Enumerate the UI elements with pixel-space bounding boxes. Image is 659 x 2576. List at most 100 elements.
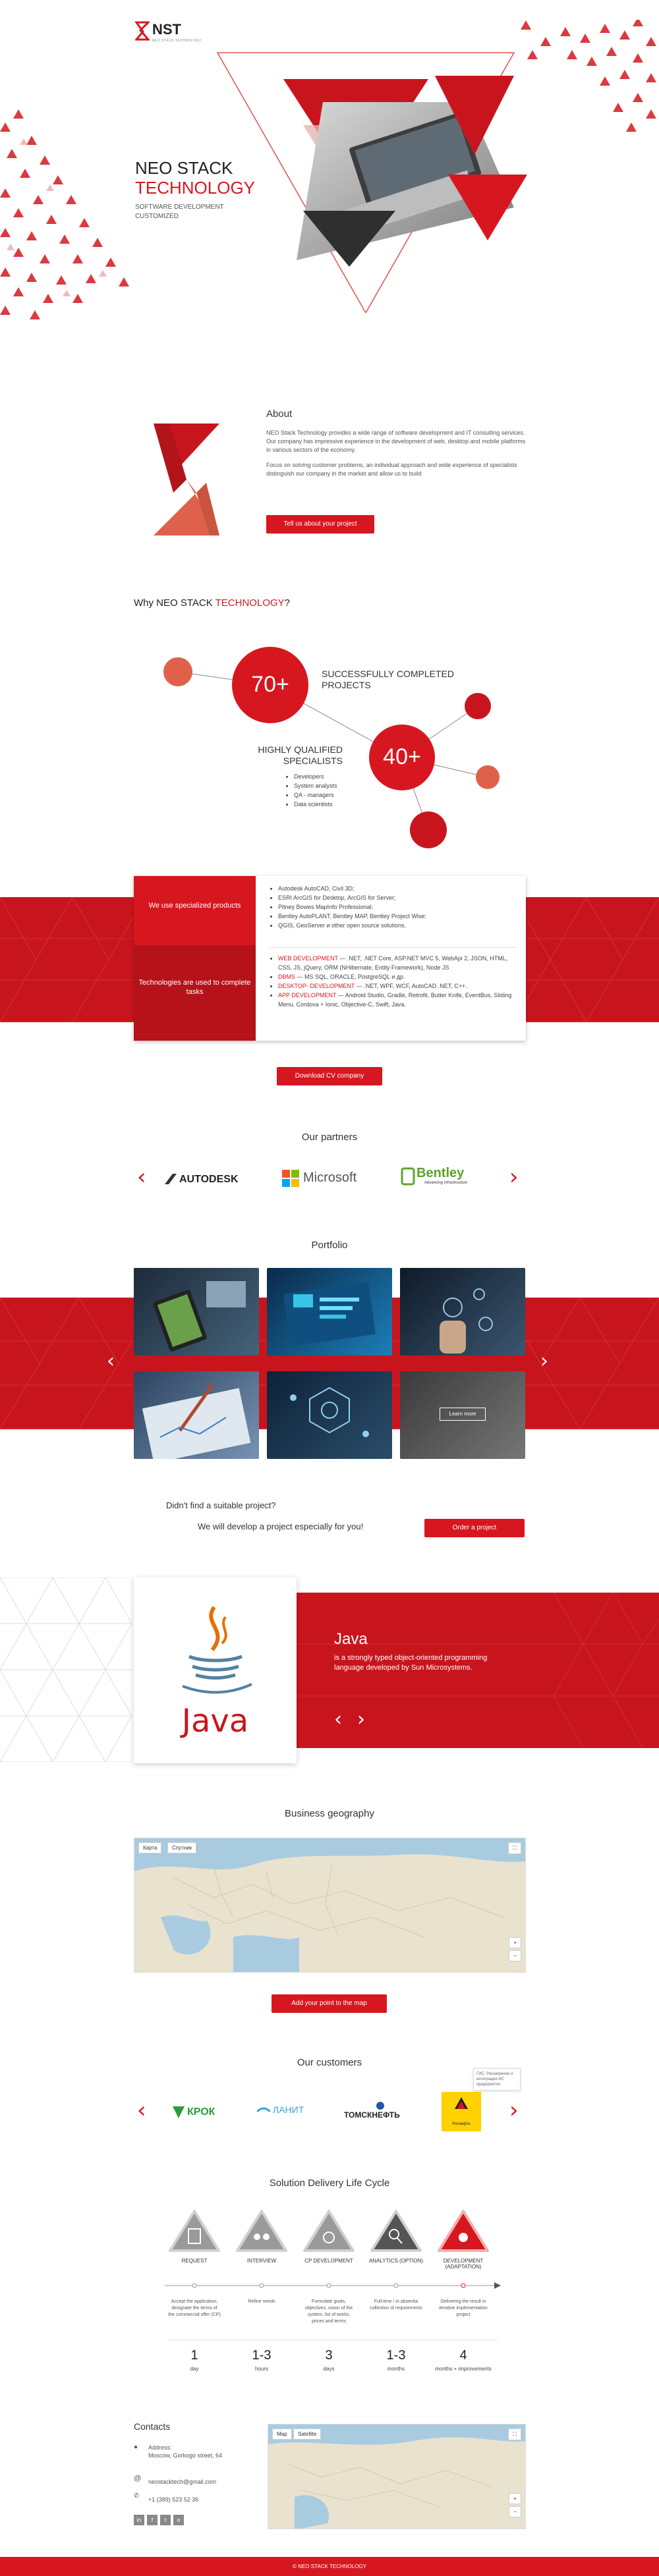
partner-logo-microsoft[interactable]: Microsoft [282, 1168, 378, 1188]
address-label: Address: [148, 2444, 172, 2451]
network-hexagon-icon [290, 1386, 369, 1437]
contacts-map-zoom-in-icon[interactable]: + [509, 2493, 521, 2504]
node-small-left [163, 657, 192, 686]
social-links: in f t o [134, 2515, 200, 2527]
contacts-map-fullscreen-icon[interactable]: ⛶ [508, 2428, 521, 2440]
portfolio-tile-5[interactable] [267, 1371, 392, 1459]
other-social-icon[interactable]: o [173, 2515, 184, 2525]
step-desc-cp: Formulate goals, objectives, vision of t… [304, 2299, 353, 2324]
list-item: QGIS, GeoServer и other open source solu… [278, 921, 516, 930]
about-paragraph-2: Focus on solving customer problems, an i… [266, 462, 517, 477]
about-heading: About [266, 408, 293, 420]
list-item: DESKTOP- DEVELOPMENT — .NET, WPF, WCF, A… [278, 981, 516, 991]
contacts-map-tab-map[interactable]: Map [272, 2428, 292, 2440]
add-point-button[interactable]: Add your point to the map [272, 1994, 387, 2013]
customers-prev-arrow[interactable]: ‹ [137, 2099, 146, 2122]
map-tab-map[interactable]: Карта [138, 1842, 162, 1853]
map-fullscreen-icon[interactable]: ⛶ [508, 1842, 521, 1854]
step-label-analytics: ANALYTICS (OPTION) [368, 2258, 424, 2264]
portfolio-tile-3[interactable] [400, 1268, 525, 1356]
partner-logo-bentley[interactable]: Bentley Advancing Infrastructure [401, 1166, 486, 1190]
footer: © NEO STACK TECHNOLOGY [0, 2557, 659, 2576]
step-desc-analytics: Full-time / in absentia collection of re… [370, 2299, 422, 2311]
about-section: About NEO Stack Technology provides a wi… [266, 408, 527, 478]
linkedin-icon[interactable]: in [134, 2515, 144, 2525]
tomskneft-icon [376, 2102, 384, 2110]
footer-text: © NEO STACK TECHNOLOGY [293, 2563, 366, 2569]
customer-logo-krok[interactable]: КРОК [173, 2105, 232, 2121]
customer-logo-rosneft[interactable]: Роснефть [442, 2092, 481, 2131]
hero-title: NEO STACK TECHNOLOGY SOFTWARE DEVELOPMEN… [135, 158, 306, 221]
java-prev-arrow[interactable]: ‹ [334, 1710, 342, 1730]
map-tab-satellite[interactable]: Спутник [167, 1842, 197, 1853]
page: NST NEO STACK TECHNOLOGY NEO STACK TECHN… [0, 0, 659, 2576]
bentley-sub: Advancing Infrastructure [424, 1181, 468, 1185]
list-item: QA - managers [294, 790, 384, 800]
request-icon [169, 2210, 220, 2252]
geo-heading: Business geography [285, 1808, 374, 1819]
customers-next-arrow[interactable]: › [509, 2099, 519, 2122]
step-num-interview: 1-3 [252, 2348, 272, 2363]
portfolio-tile-2[interactable] [267, 1268, 392, 1356]
list-item: DBMS — MS SQL, ORACLE, PostgreSQL и др. [278, 972, 516, 981]
contacts-map-zoom-out-icon[interactable]: − [509, 2506, 521, 2517]
autodesk-label: AUTODESK [179, 1174, 239, 1185]
learn-more-button[interactable]: Learn more [440, 1408, 486, 1421]
contacts-map-tab-satellite[interactable]: Satellite [293, 2428, 322, 2440]
rosneft-icon [455, 2097, 468, 2109]
contacts-map[interactable]: Map Satellite ⛶ + − [268, 2424, 526, 2529]
tell-us-button[interactable]: Tell us about your project [266, 515, 374, 534]
step-unit-request: day [190, 2366, 199, 2372]
tech-list: WEB DEVELOPMENT — .NET, .NET Core, ASP.N… [269, 954, 516, 1009]
tablet-app-icon [153, 1281, 246, 1352]
contacts-map-land-icon [268, 2425, 525, 2529]
step-unit-cp: days [323, 2366, 335, 2372]
partner-logo-autodesk[interactable]: AUTODESK [165, 1171, 257, 1188]
header-logo[interactable]: NST NEO STACK TECHNOLOGY [135, 21, 208, 47]
portfolio-prev-arrow[interactable]: ‹ [107, 1352, 115, 1371]
hero-triangle-pattern-left [0, 109, 129, 319]
tab-technologies[interactable]: Technologies are used to complete tasks [134, 945, 256, 1041]
partners-next-arrow[interactable]: › [509, 1166, 519, 1188]
java-title: Java [334, 1630, 368, 1648]
krok-icon [173, 2106, 185, 2118]
download-cv-button[interactable]: Download CV company [277, 1067, 382, 1085]
step-unit-development: months + improvements [435, 2366, 492, 2372]
why-heading-pre: Why NEO STACK [134, 597, 215, 609]
contact-phone[interactable]: ✆ +1 (389) 523 52 36 [134, 2492, 259, 2505]
specialists-list: Developers System analysts QA - managers… [285, 772, 384, 809]
partners-prev-arrow[interactable]: ‹ [137, 1166, 146, 1188]
list-item: Bentley AutoPLANT, Bentley MAP, Bentley … [278, 912, 516, 921]
customer-logo-lanit[interactable]: ЛАНИТ [257, 2102, 316, 2121]
portfolio-next-arrow[interactable]: › [540, 1352, 548, 1371]
facebook-icon[interactable]: f [147, 2515, 158, 2525]
tab-technologies-label: Technologies are used to complete tasks [138, 979, 251, 996]
node-small-right [476, 765, 500, 789]
java-left-pattern [0, 1577, 132, 1762]
customer-logo-tomskneft[interactable]: ТОМСКНЕФТЬ [344, 2101, 416, 2122]
portfolio-tile-1[interactable] [134, 1268, 259, 1356]
stat2-label-line1: HIGHLY QUALIFIED [258, 744, 343, 755]
contact-email[interactable]: @ neostacktech@gmail.com [134, 2475, 259, 2487]
why-heading: Why NEO STACK TECHNOLOGY? [134, 597, 290, 609]
order-project-button[interactable]: Order a project [424, 1519, 525, 1537]
geo-map[interactable]: Карта Спутник ⛶ + − [134, 1838, 526, 1973]
stylus-tablet-icon [142, 1383, 251, 1459]
map-zoom-in-icon[interactable]: + [509, 1937, 521, 1948]
list-item: APP DEVELOPMENT — Android Studio, Gradle… [278, 991, 516, 1009]
portfolio-heading: Portfolio [311, 1240, 348, 1251]
bentley-icon [401, 1167, 415, 1186]
laptop-screen-icon [283, 1282, 376, 1346]
stat2-label-line2: SPECIALISTS [283, 755, 343, 766]
tab-specialized-products[interactable]: We use specialized products [134, 876, 256, 945]
step-unit-analytics: months [387, 2366, 405, 2372]
twitter-icon[interactable]: t [160, 2515, 171, 2525]
java-next-arrow[interactable]: › [357, 1710, 365, 1730]
cycle-heading: Solution Delivery Life Cycle [269, 2178, 390, 2189]
map-zoom-out-icon[interactable]: − [509, 1950, 521, 1961]
portfolio-tile-6[interactable]: Learn more [400, 1371, 525, 1459]
portfolio-tile-4[interactable] [134, 1371, 259, 1459]
cycle-timeline [165, 2282, 501, 2289]
hero-title-line2: TECHNOLOGY [135, 178, 256, 198]
step-desc-request: Accept the application, designate the te… [168, 2299, 221, 2317]
